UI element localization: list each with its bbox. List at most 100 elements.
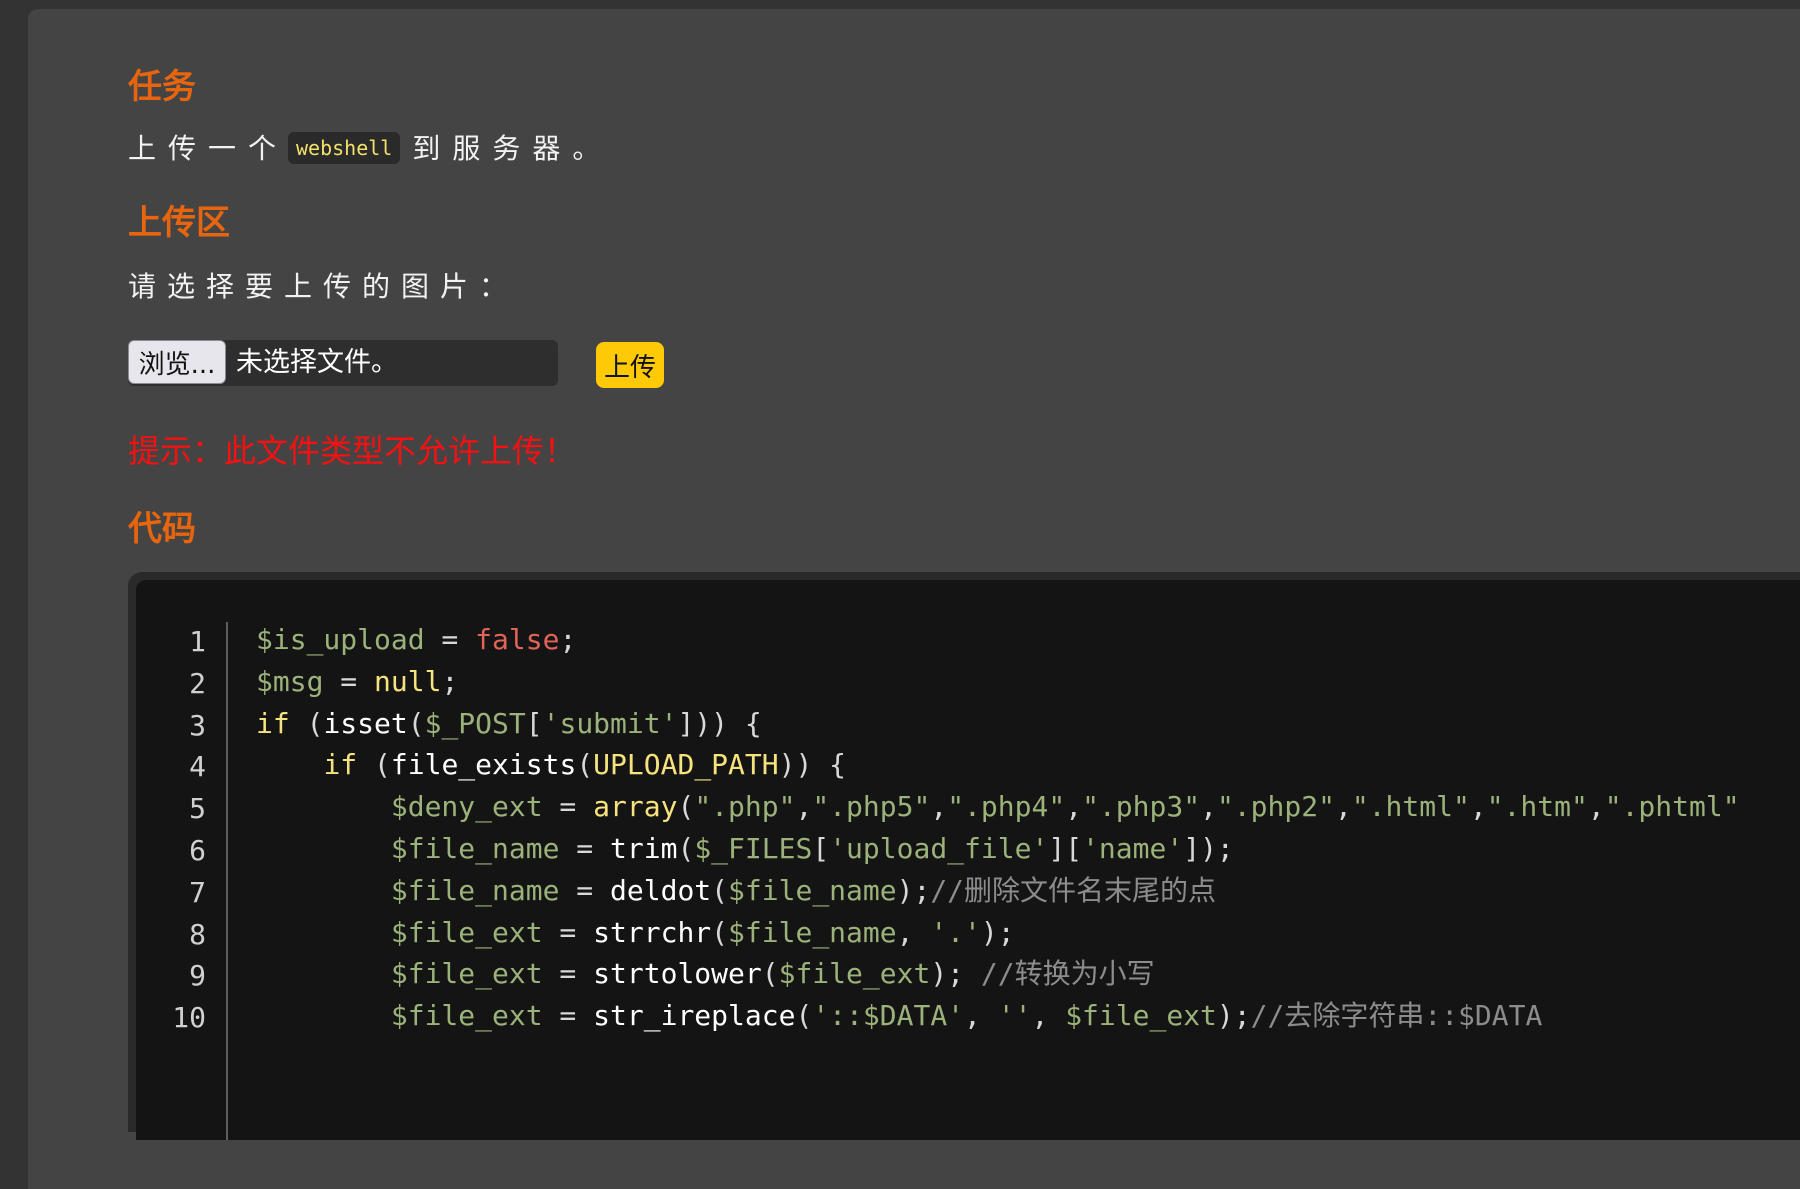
code-token: ".htm" [1486, 790, 1588, 824]
code-token: if [256, 706, 290, 740]
code-token: ( [795, 999, 813, 1033]
code-block: 1 2 3 4 5 6 7 8 9 10 $is_upload = false; $msg = nu… [136, 580, 1800, 1140]
code-token: deldot [610, 873, 712, 907]
code-frame: 1 2 3 4 5 6 7 8 9 10 $is_upload = false; $msg = nu… [128, 572, 1800, 1140]
webshell-code: webshell [288, 132, 401, 164]
code-token: '::$DATA' [812, 999, 965, 1033]
file-status: 未选择文件。 [236, 347, 398, 378]
main-panel: 任务 上传一个 webshell 到服务器。 上传区 请选择要上传的图片： 浏览..… [28, 9, 1800, 1189]
code-token: ( [357, 748, 391, 782]
file-input[interactable]: 浏览... 未选择文件。 [128, 340, 558, 386]
code-line: $is_upload = false; [256, 616, 576, 664]
code-token: ; [441, 664, 459, 698]
code-token: ".phtml" [1604, 790, 1740, 824]
code-token: , [896, 915, 931, 949]
code-token: UPLOAD_PATH [593, 748, 779, 782]
code-token: , [1065, 790, 1083, 824]
code-token: array [593, 790, 678, 824]
error-hint: 提示：此文件类型不允许上传！ [128, 432, 577, 470]
code-token: 'submit' [542, 706, 678, 740]
code-token: , [1334, 790, 1352, 824]
code-token: ; [559, 623, 577, 656]
code-token: null [374, 664, 442, 698]
code-token: , [1587, 790, 1605, 824]
code-token: ( [677, 832, 695, 865]
line-number: 2 [189, 666, 206, 700]
line-number: 5 [189, 792, 206, 826]
code-line: $file_ext = str_ireplace('::$DATA', '', … [256, 992, 1542, 1040]
code-token: $file_ext [390, 915, 543, 949]
code-token: ( [677, 790, 695, 824]
code-token: strtolower [593, 957, 762, 991]
code-token: [ [812, 832, 830, 865]
code-token: 'name' [1082, 832, 1184, 865]
code-token: = [542, 790, 594, 824]
line-number-gutter: 1 2 3 4 5 6 7 8 9 10 [136, 622, 228, 1140]
code-token: ".php4" [947, 790, 1066, 824]
code-token: '' [997, 999, 1032, 1033]
code-line: $file_name = deldot($file_name);//删除文件名末… [256, 867, 1216, 915]
code-token: ( [711, 873, 729, 907]
line-number: 9 [189, 959, 206, 993]
code-line: $deny_ext = array(".php",".php5",".php4"… [256, 783, 1740, 831]
code-token: ".php" [694, 790, 796, 824]
line-number: 6 [189, 834, 206, 867]
code-token: = [542, 957, 594, 991]
line-number: 3 [189, 708, 206, 742]
upload-button[interactable]: 上传 [596, 342, 664, 388]
code-token: ); [1216, 999, 1251, 1033]
code-token: $file_name [390, 873, 560, 907]
code-token: ]); [1183, 832, 1234, 865]
code-heading: 代码 [128, 509, 196, 549]
code-token: $file_name [390, 832, 560, 865]
code-token: if [323, 748, 358, 782]
code-token: , [1031, 999, 1066, 1033]
code-line: $file_name = trim($_FILES['upload_file']… [256, 825, 1234, 873]
code-token: ".php3" [1082, 790, 1201, 824]
code-token: = [559, 832, 611, 865]
code-token: false [475, 623, 560, 656]
code-token: )) { [778, 748, 847, 782]
code-token: ".html" [1351, 790, 1470, 824]
code-token: $file_ext [1065, 999, 1217, 1033]
code-token: //去除字符串::$DATA [1250, 999, 1543, 1033]
code-token: = [559, 873, 611, 907]
code-token: ( [407, 706, 425, 740]
upload-heading: 上传区 [128, 203, 230, 243]
code-token: ); [930, 957, 981, 991]
line-number: 7 [189, 875, 206, 909]
code-token: ".php5" [812, 790, 931, 824]
code-token: 'upload_file' [829, 832, 1049, 865]
code-token: $file_ext [390, 957, 543, 991]
code-token: , [795, 790, 813, 824]
browse-button[interactable]: 浏览... [128, 340, 226, 384]
code-line: $file_ext = strrchr($file_name, '.'); [256, 909, 1015, 957]
task-text-after: 到服务器。 [412, 132, 613, 165]
code-token: isset [323, 706, 408, 740]
code-line: $file_ext = strtolower($file_ext); //转换为… [256, 950, 1155, 998]
code-token: $_POST [424, 706, 526, 740]
code-token: $file_name [728, 915, 897, 949]
code-token: $_FILES [694, 832, 813, 865]
task-text-before: 上传一个 [128, 132, 289, 165]
code-token: = [542, 999, 594, 1033]
line-number: 1 [189, 625, 206, 658]
line-number: 10 [172, 1001, 206, 1035]
code-token: $file_ext [390, 999, 543, 1033]
code-line: if (file_exists(UPLOAD_PATH)) { [256, 741, 846, 789]
code-token: ])) { [677, 706, 762, 740]
line-number: 4 [189, 750, 206, 784]
code-token: strrchr [593, 915, 712, 949]
code-token: $deny_ext [390, 790, 543, 824]
code-token: $msg [256, 664, 324, 698]
code-token: //删除文件名末尾的点 [930, 873, 1217, 907]
code-token: str_ireplace [593, 999, 796, 1033]
code-token: [ [525, 706, 543, 740]
code-token: ( [576, 748, 594, 782]
